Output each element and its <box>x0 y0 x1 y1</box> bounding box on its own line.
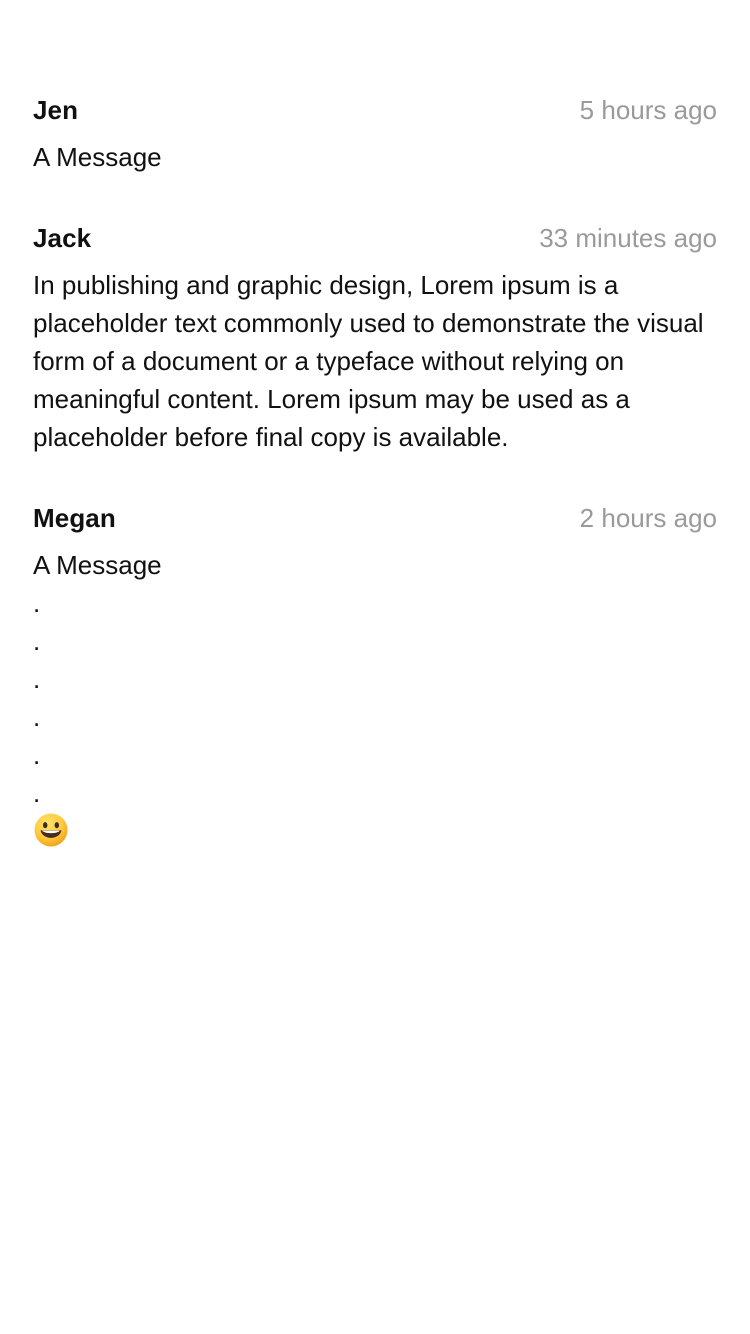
message-timestamp: 2 hours ago <box>579 503 717 533</box>
message-header: Megan 2 hours ago <box>33 500 717 536</box>
message-timestamp: 33 minutes ago <box>539 223 717 253</box>
grinning-face-emoji-icon <box>33 812 69 848</box>
message-author: Jack <box>33 223 92 253</box>
message-header: Jen 5 hours ago <box>33 92 717 128</box>
message-header: Jack 33 minutes ago <box>33 220 717 256</box>
message-list: Jen 5 hours ago A Message Jack 33 minute… <box>33 92 717 892</box>
message-timestamp: 5 hours ago <box>579 95 717 125</box>
message-item[interactable]: Jen 5 hours ago A Message <box>33 92 717 176</box>
message-item[interactable]: Jack 33 minutes ago In publishing and gr… <box>33 220 717 456</box>
message-body: A Message . . . . . . <box>33 550 162 808</box>
message-author: Jen <box>33 95 79 125</box>
message-author: Megan <box>33 503 116 533</box>
message-body: In publishing and graphic design, Lorem … <box>33 270 704 452</box>
message-item[interactable]: Megan 2 hours ago A Message . . . . . . <box>33 500 717 848</box>
message-body: A Message <box>33 142 162 172</box>
